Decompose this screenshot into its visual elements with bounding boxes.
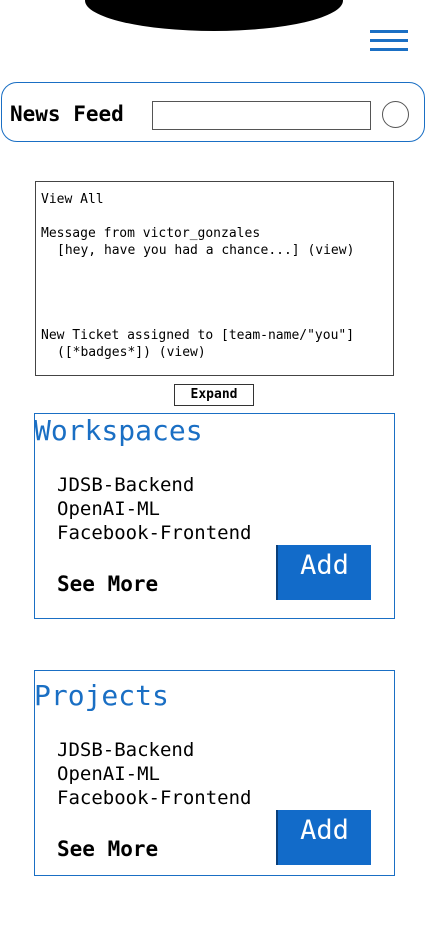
menu-bar-bottom (370, 48, 408, 51)
menu-bar-middle (370, 39, 408, 42)
notifications-panel: View All Message from victor_gonzales [h… (35, 181, 394, 376)
hamburger-menu-icon[interactable] (370, 30, 408, 52)
project-item[interactable]: OpenAI-ML (57, 762, 160, 786)
search-circle-icon[interactable] (382, 101, 409, 128)
workspaces-see-more-link[interactable]: See More (57, 571, 158, 597)
notification-heading: Message from victor_gonzales (41, 226, 261, 241)
workspace-item[interactable]: JDSB-Backend (57, 473, 194, 497)
projects-card: Projects JDSB-Backend OpenAI-ML Facebook… (34, 670, 395, 876)
workspaces-title: Workspaces (34, 414, 203, 447)
add-workspace-button[interactable]: Add (276, 545, 371, 600)
projects-title: Projects (34, 679, 169, 712)
notification-detail[interactable]: [hey, have you had a chance...] (view) (57, 242, 354, 259)
view-all-link[interactable]: View All (41, 191, 104, 208)
device-notch (85, 0, 343, 31)
workspace-item[interactable]: Facebook-Frontend (57, 521, 251, 545)
workspaces-card: Workspaces JDSB-Backend OpenAI-ML Facebo… (34, 413, 395, 619)
projects-see-more-link[interactable]: See More (57, 836, 158, 862)
workspace-item[interactable]: OpenAI-ML (57, 497, 160, 521)
page: News Feed View All Message from victor_g… (0, 0, 428, 926)
project-item[interactable]: Facebook-Frontend (57, 786, 251, 810)
page-title: News Feed (10, 102, 124, 126)
expand-button[interactable]: Expand (174, 384, 254, 406)
add-project-button[interactable]: Add (276, 810, 371, 865)
header-bar: News Feed (1, 82, 425, 142)
notification-heading: New Ticket assigned to [team-name/"you"] (41, 328, 355, 343)
menu-bar-top (370, 30, 408, 33)
project-item[interactable]: JDSB-Backend (57, 738, 194, 762)
search-input[interactable] (152, 101, 371, 130)
notification-detail[interactable]: ([*badges*]) (view) (57, 344, 206, 361)
